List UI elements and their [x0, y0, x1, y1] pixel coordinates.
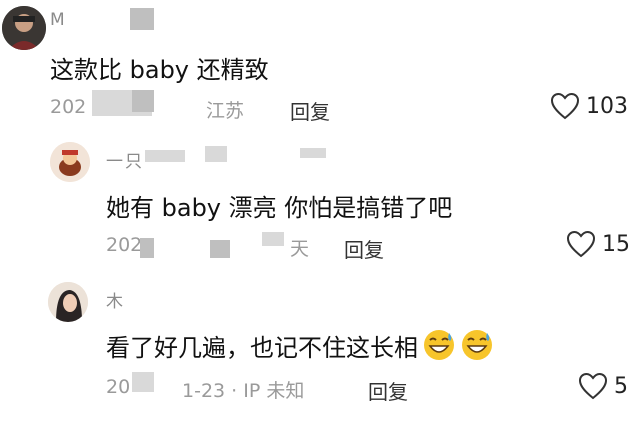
- censor-mosaic: [140, 238, 154, 258]
- like-button[interactable]: 103: [550, 92, 628, 120]
- username[interactable]: M: [50, 10, 67, 30]
- comment-location: 1-23 · IP 未知: [182, 380, 305, 402]
- username[interactable]: 木: [106, 287, 125, 312]
- censor-mosaic: [300, 148, 326, 158]
- reply-button[interactable]: 回复: [368, 376, 408, 405]
- censor-mosaic: [132, 90, 154, 112]
- heart-outline-icon: [550, 92, 580, 120]
- censor-mosaic: [132, 372, 154, 392]
- avatar[interactable]: [50, 142, 90, 182]
- reply-button[interactable]: 回复: [344, 234, 384, 263]
- censor-mosaic: [262, 232, 284, 246]
- like-count: 103: [586, 93, 628, 119]
- comment-text: 她有 baby 漂亮 你怕是搞错了吧: [106, 194, 453, 222]
- like-count: 15: [602, 231, 630, 257]
- censor-mosaic: [130, 8, 154, 30]
- censor-mosaic: [145, 150, 185, 162]
- like-button[interactable]: 15: [566, 230, 630, 258]
- reply-button[interactable]: 回复: [290, 96, 330, 125]
- comment-date: 202: [50, 96, 87, 118]
- username[interactable]: 一只: [106, 147, 144, 172]
- heart-outline-icon: [578, 372, 608, 400]
- comment-text: 这款比 baby 还精致: [50, 56, 269, 84]
- like-count: 5: [614, 373, 628, 399]
- sweat-smile-emoji: [462, 330, 492, 360]
- comment-text-body: 看了好几遍，也记不住这长相: [106, 334, 418, 362]
- comment-date: 202: [106, 234, 143, 256]
- like-button[interactable]: 5: [578, 372, 628, 400]
- censor-mosaic: [210, 240, 230, 258]
- comment-text: 看了好几遍，也记不住这长相: [106, 328, 494, 363]
- heart-outline-icon: [566, 230, 596, 258]
- comment-location: 天: [290, 238, 310, 260]
- censor-mosaic: [205, 146, 227, 162]
- sweat-smile-emoji: [424, 330, 454, 360]
- comment-location: 江苏: [206, 100, 245, 122]
- comment-date: 20: [106, 376, 131, 398]
- avatar[interactable]: [48, 282, 88, 322]
- avatar[interactable]: [2, 6, 46, 50]
